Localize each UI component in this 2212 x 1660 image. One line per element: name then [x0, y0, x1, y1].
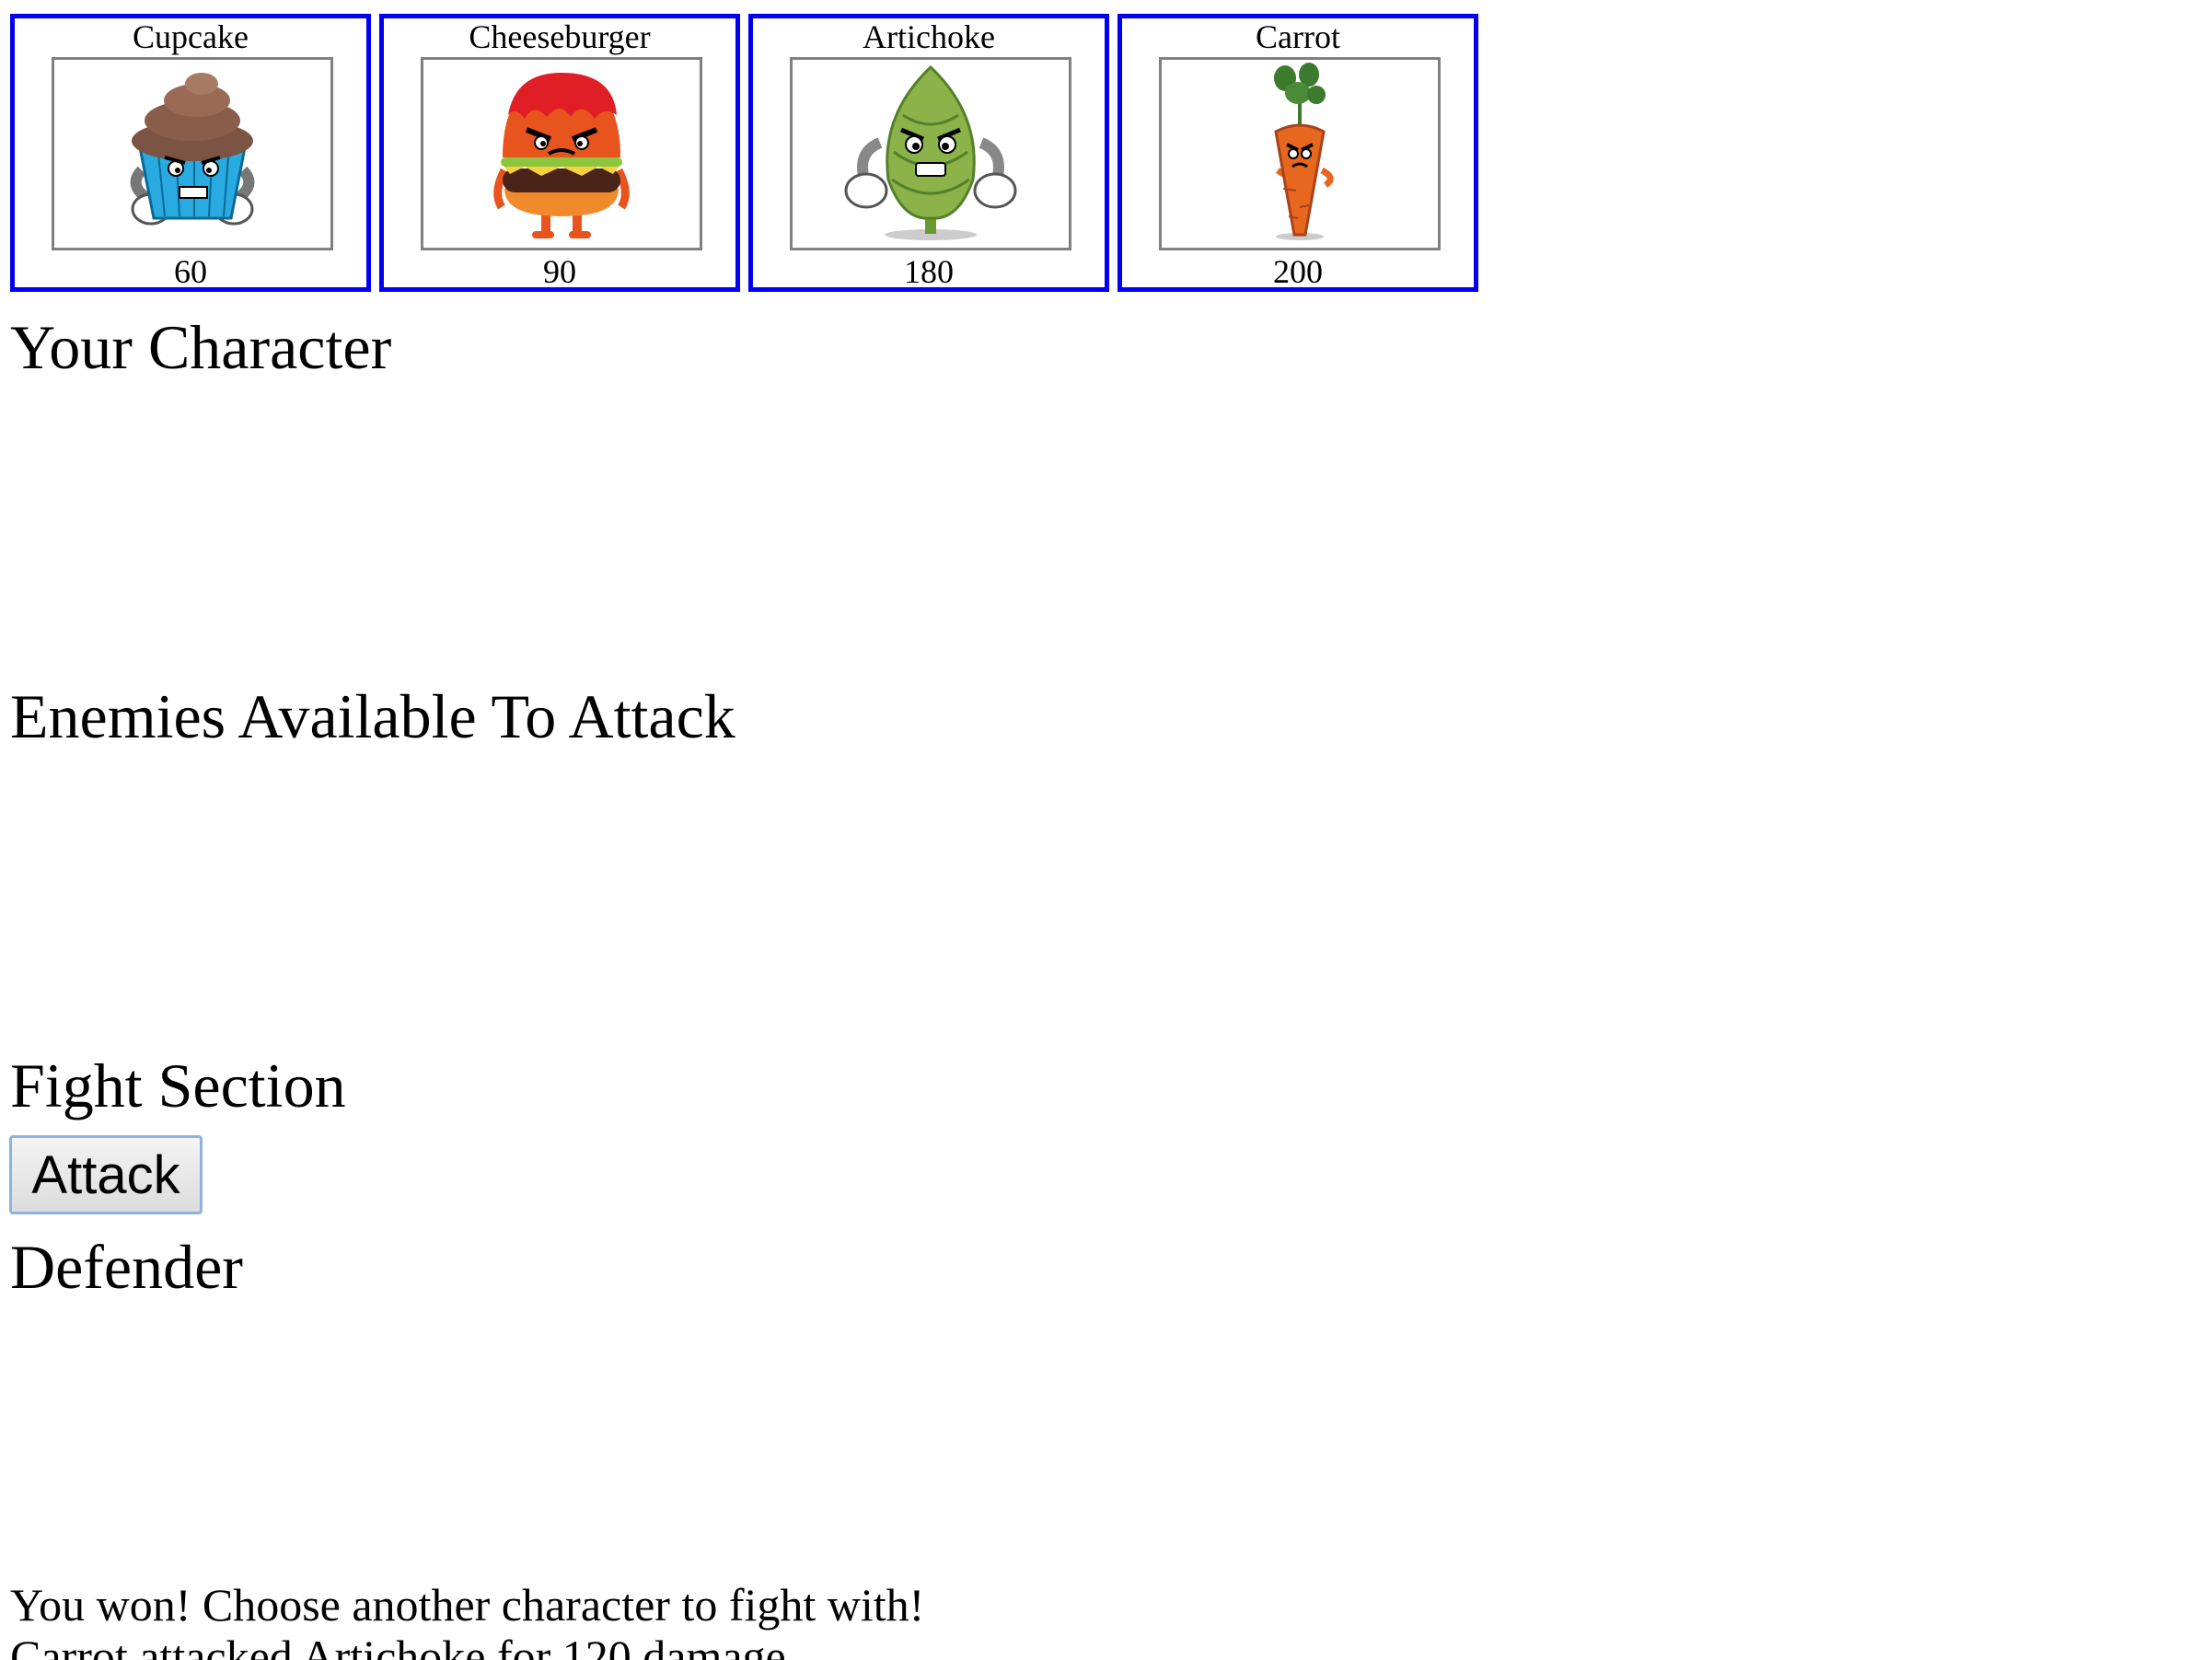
character-name: Carrot	[1256, 18, 1340, 55]
attack-button[interactable]: Attack	[9, 1135, 203, 1214]
character-card-artichoke[interactable]: Artichoke 180	[748, 14, 1109, 292]
character-image-frame	[1159, 57, 1441, 250]
enemies-heading: Enemies Available To Attack	[10, 681, 735, 751]
artichoke-icon	[844, 64, 1017, 240]
character-name: Cupcake	[133, 18, 249, 55]
win-message: You won! Choose another character to fig…	[10, 1579, 925, 1631]
game-page: Cupcake 60 Cheeseburger 90 Artichoke 180…	[0, 0, 2212, 1660]
your-character-area	[10, 387, 1483, 681]
fight-section-heading: Fight Section	[10, 1051, 346, 1120]
character-card-carrot[interactable]: Carrot 200	[1118, 14, 1478, 292]
character-name: Artichoke	[863, 18, 995, 55]
character-card-cupcake[interactable]: Cupcake 60	[10, 14, 371, 292]
carrot-icon	[1274, 63, 1334, 240]
cupcake-icon	[130, 73, 255, 226]
character-image-frame	[790, 57, 1071, 250]
cheeseburger-icon	[493, 73, 630, 238]
character-name: Cheeseburger	[469, 18, 651, 55]
character-hp: 60	[174, 253, 207, 290]
character-hp: 180	[904, 253, 954, 290]
character-select-row: Cupcake 60 Cheeseburger 90 Artichoke 180…	[10, 14, 1478, 292]
your-character-heading: Your Character	[10, 312, 392, 382]
character-image-frame	[421, 57, 702, 250]
attack-log-message: Carrot attacked Artichoke for 120 damage…	[10, 1631, 798, 1660]
character-hp: 200	[1273, 253, 1323, 290]
character-hp: 90	[543, 253, 576, 290]
character-card-cheeseburger[interactable]: Cheeseburger 90	[379, 14, 740, 292]
enemies-area	[10, 757, 1483, 1051]
defender-heading: Defender	[10, 1232, 243, 1302]
defender-area	[10, 1307, 1483, 1565]
character-image-frame	[52, 57, 333, 250]
